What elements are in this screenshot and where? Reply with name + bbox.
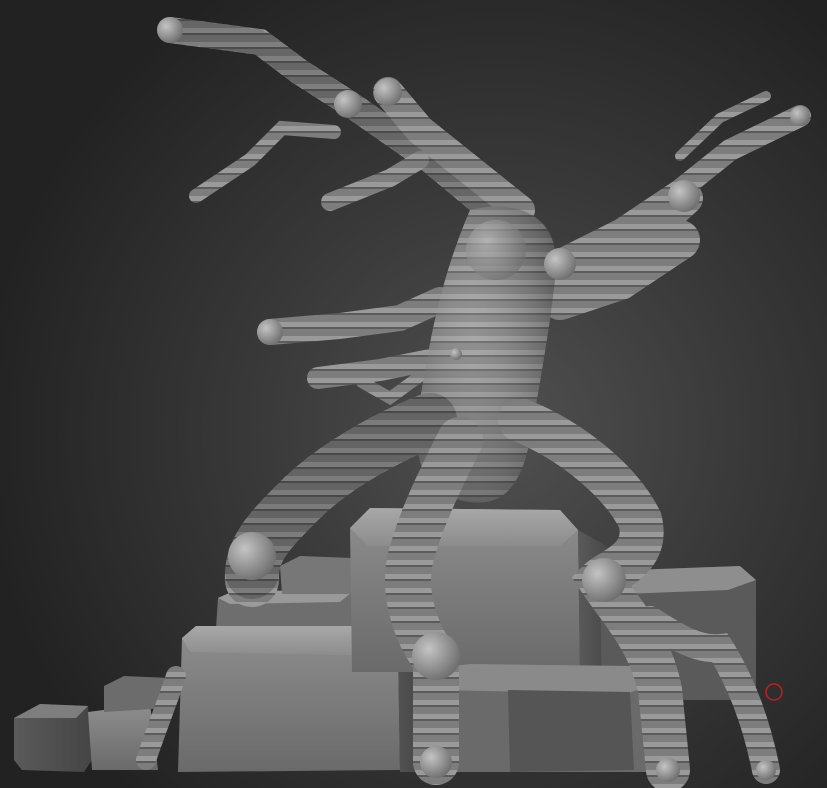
knob-14 [756, 760, 776, 780]
knob-3 [374, 78, 402, 106]
sculpt-viewport[interactable] [0, 0, 827, 788]
knob-1 [157, 17, 183, 43]
knob-11 [466, 220, 526, 280]
brush-cursor[interactable] [765, 683, 783, 701]
rock-far-left-top [14, 704, 88, 718]
knob-8 [228, 532, 276, 580]
knob-10 [582, 558, 626, 602]
knob-4 [668, 180, 700, 212]
rock-back-small [280, 556, 352, 594]
scene-svg [14, 17, 811, 788]
branch-left-mid [257, 287, 453, 345]
knob-7 [790, 106, 810, 126]
rock-front-center-face [508, 690, 634, 772]
knob-12 [420, 746, 452, 778]
knob-15 [450, 348, 462, 360]
rock-center-top [350, 508, 578, 546]
knob-5 [544, 248, 576, 280]
knob-2 [334, 90, 362, 118]
branch-twig-left [189, 120, 341, 203]
knob-13 [656, 758, 680, 782]
branch-twig-mid [321, 151, 429, 211]
knob-6 [257, 319, 283, 345]
knob-9 [412, 632, 460, 680]
